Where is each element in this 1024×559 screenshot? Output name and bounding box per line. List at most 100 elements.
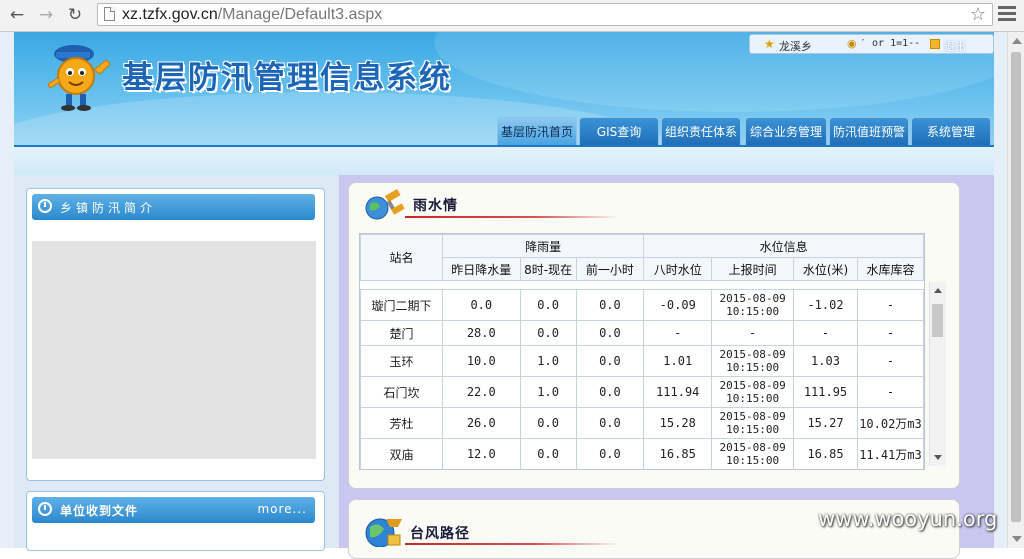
page-viewport: 基层防汛管理信息系统 ★ 龙溪乡 ◉ ′ or 1=1-- 退出 基层防汛首页 …: [0, 32, 1024, 559]
cell-last-hour: 0.0: [575, 345, 645, 377]
cell-report-time: -: [711, 320, 795, 346]
browser-toolbar: ← → ↻ xz.tzfx.gov.cn/Manage/Default3.asp…: [0, 0, 1024, 32]
col-header-report-time: 上报时间: [711, 257, 795, 281]
cell-level: 111.95: [793, 376, 858, 408]
cell-capacity: -: [856, 289, 924, 321]
account-icon: ◉: [847, 37, 857, 50]
documents-title: 单位收到文件: [60, 504, 139, 518]
logout-icon[interactable]: [930, 39, 940, 49]
scroll-up-arrow-icon[interactable]: [1012, 38, 1022, 44]
documents-more-link[interactable]: more...: [257, 502, 307, 516]
tab-organization[interactable]: 组织责任体系: [661, 117, 741, 145]
tab-home[interactable]: 基层防汛首页: [497, 117, 577, 145]
cell-yesterday: 0.0: [441, 289, 521, 321]
rain-title-underline: [405, 216, 620, 218]
cell-level-8: 16.85: [643, 438, 713, 469]
url-text[interactable]: xz.tzfx.gov.cn/Manage/Default3.aspx: [122, 6, 382, 24]
cell-report-time: 2015-08-09 10:15:00: [711, 438, 795, 469]
table-row: 玉环 10.0 1.0 0.0 1.01 2015-08-09 10:15:00 …: [360, 345, 924, 377]
user-town: 龙溪乡: [779, 40, 812, 53]
cell-level-8: -: [643, 320, 713, 346]
left-column: 乡镇防汛简介 单位收到文件 more...: [14, 175, 339, 551]
table-row: 璇门二期下 0.0 0.0 0.0 -0.09 2015-08-09 10:15:…: [360, 289, 924, 321]
col-header-level: 水位(米): [793, 257, 858, 281]
typhoon-title-underline: [405, 543, 620, 545]
user-bar: ★ 龙溪乡 ◉ ′ or 1=1-- 退出: [749, 34, 994, 54]
back-arrow-icon[interactable]: ←: [6, 4, 28, 26]
cell-level-8: -0.09: [643, 289, 713, 321]
reload-icon[interactable]: ↻: [64, 4, 86, 26]
rain-table-container: 站名 降雨量 水位信息 昨日降水量 8时-现在 前一小时 八时水位 上报时间 水…: [359, 233, 925, 470]
cell-last-hour: 0.0: [575, 407, 645, 439]
cell-station: 芳杜: [360, 407, 443, 439]
cell-since-8: 1.0: [519, 376, 577, 408]
col-header-last-hour: 前一小时: [575, 257, 645, 281]
scroll-down-arrow-icon[interactable]: [934, 455, 942, 460]
cell-station: 双庙: [360, 438, 443, 469]
url-path: /Manage/Default3.aspx: [217, 6, 383, 23]
col-header-capacity: 水库库容: [856, 257, 924, 281]
scroll-down-arrow-icon[interactable]: [1012, 536, 1022, 542]
logout-link[interactable]: 退出: [944, 38, 966, 54]
scroll-thumb[interactable]: [932, 304, 943, 337]
watermark-text: www.wooyun.org: [818, 507, 998, 531]
cell-report-time: 2015-08-09 10:15:00: [711, 289, 795, 321]
satellite-icon: [365, 189, 405, 220]
cell-capacity: -: [856, 345, 924, 377]
col-header-since-8: 8时-现在: [519, 257, 577, 281]
page-icon: [104, 7, 115, 21]
town-intro-panel: 乡镇防汛简介: [26, 188, 325, 481]
cell-level: 15.27: [793, 407, 858, 439]
table-scrollbar[interactable]: [929, 282, 946, 466]
cell-level-8: 111.94: [643, 376, 713, 408]
cell-since-8: 1.0: [519, 345, 577, 377]
cell-yesterday: 28.0: [441, 320, 521, 346]
cell-last-hour: 0.0: [575, 289, 645, 321]
tab-duty-warning[interactable]: 防汛值班预警: [829, 117, 909, 145]
mascot-logo-icon: [47, 45, 111, 111]
cell-yesterday: 12.0: [441, 438, 521, 469]
scroll-up-arrow-icon[interactable]: [934, 288, 942, 293]
town-intro-content: [32, 241, 316, 459]
browser-menu-icon[interactable]: [998, 6, 1016, 24]
page-scroll-thumb[interactable]: [1011, 52, 1021, 522]
page-scrollbar[interactable]: [1007, 32, 1024, 548]
table-row: 石门坎 22.0 1.0 0.0 111.94 2015-08-09 10:15:…: [360, 376, 924, 408]
account-name: ′ or 1=1--: [860, 38, 921, 49]
cell-station: 楚门: [360, 320, 443, 346]
col-header-level-8: 八时水位: [643, 257, 713, 281]
clock-icon: [38, 199, 52, 213]
clock-icon: [38, 502, 52, 516]
cell-last-hour: 0.0: [575, 320, 645, 346]
cell-level: -1.02: [793, 289, 858, 321]
cell-station: 玉环: [360, 345, 443, 377]
tab-gis[interactable]: GIS查询: [579, 117, 659, 145]
cell-level: -: [793, 320, 858, 346]
cell-station: 璇门二期下: [360, 289, 443, 321]
col-header-station: 站名: [360, 234, 443, 281]
cell-report-time: 2015-08-09 10:15:00: [711, 376, 795, 408]
forward-arrow-icon[interactable]: →: [35, 4, 57, 26]
bookmark-star-icon[interactable]: ☆: [970, 4, 986, 26]
table-row: 双庙 12.0 0.0 0.0 16.85 2015-08-09 10:15:00…: [360, 438, 924, 469]
documents-panel: 单位收到文件 more...: [26, 491, 325, 551]
typhoon-section-title: 台风路径: [410, 526, 470, 542]
cell-yesterday: 22.0: [441, 376, 521, 408]
cell-capacity: 10.02万m3: [856, 407, 924, 439]
address-bar[interactable]: xz.tzfx.gov.cn/Manage/Default3.aspx ☆: [97, 3, 993, 26]
cell-level-8: 15.28: [643, 407, 713, 439]
documents-header: 单位收到文件 more...: [32, 497, 315, 523]
town-intro-header: 乡镇防汛简介: [32, 194, 315, 220]
star-icon: ★: [764, 37, 775, 51]
cell-last-hour: 0.0: [575, 438, 645, 469]
col-header-yesterday: 昨日降水量: [441, 257, 521, 281]
tab-business[interactable]: 综合业务管理: [745, 117, 827, 145]
cell-since-8: 0.0: [519, 407, 577, 439]
cell-capacity: 11.41万m3: [856, 438, 924, 469]
site-title: 基层防汛管理信息系统: [122, 60, 452, 96]
tab-system[interactable]: 系统管理: [911, 117, 991, 145]
table-row: 芳杜 26.0 0.0 0.0 15.28 2015-08-09 10:15:00…: [360, 407, 924, 439]
cell-yesterday: 26.0: [441, 407, 521, 439]
cell-level: 1.03: [793, 345, 858, 377]
table-row: 楚门 28.0 0.0 0.0 - - - -: [360, 320, 924, 346]
